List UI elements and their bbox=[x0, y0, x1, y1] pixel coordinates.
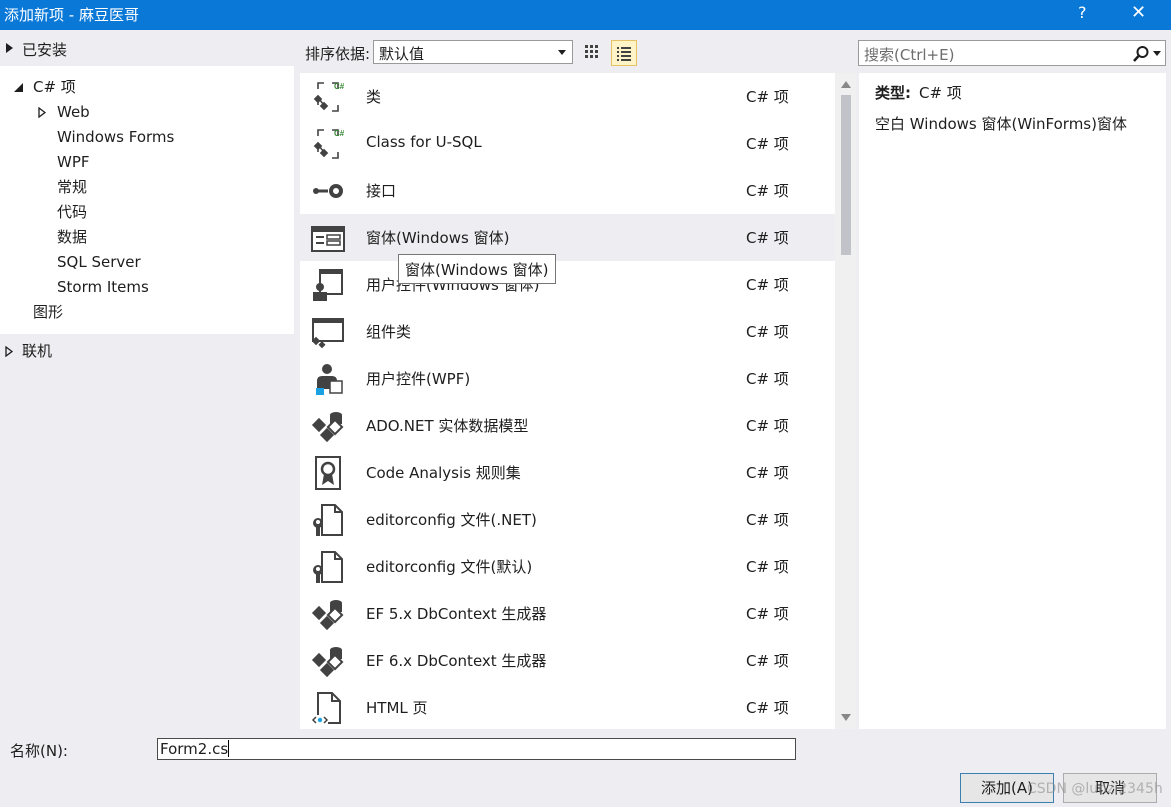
tree-item-code[interactable]: 代码 bbox=[0, 200, 294, 225]
installed-label: 已安装 bbox=[22, 41, 68, 59]
details-panel: 类型: C# 项 空白 Windows 窗体(WinForms)窗体 bbox=[859, 73, 1166, 729]
tree-item-web[interactable]: Web bbox=[0, 100, 294, 125]
class-usql-icon: C# bbox=[313, 129, 345, 159]
close-button[interactable]: ✕ bbox=[1131, 2, 1146, 23]
dbcontext-icon bbox=[311, 647, 344, 678]
chevron-right-icon bbox=[6, 43, 13, 53]
class-icon: C# bbox=[313, 82, 345, 112]
type-value: C# 项 bbox=[919, 84, 962, 102]
list-view-button[interactable] bbox=[611, 40, 637, 66]
list-item[interactable]: editorconfig 文件(.NET) C# 项 bbox=[300, 496, 835, 543]
list-item[interactable]: EF 5.x DbContext 生成器 C# 项 bbox=[300, 590, 835, 637]
html-page-icon bbox=[311, 692, 341, 725]
text-caret bbox=[228, 740, 230, 757]
tree-item-csharp[interactable]: C# 项 bbox=[0, 75, 294, 100]
chevron-down-icon bbox=[558, 50, 566, 55]
online-header[interactable]: 联机 bbox=[0, 337, 294, 365]
name-label: 名称(N): bbox=[10, 742, 68, 760]
item-tooltip: 窗体(Windows 窗体) bbox=[398, 254, 556, 284]
list-item[interactable]: 用户控件(WPF) C# 项 bbox=[300, 355, 835, 402]
list-item[interactable]: 用户控件(Windows 窗体) C# 项 bbox=[300, 261, 835, 308]
tree-item-sql-server[interactable]: SQL Server bbox=[0, 250, 294, 275]
window-title: 添加新项 - 麻豆医哥 bbox=[4, 6, 139, 24]
dbcontext-icon bbox=[311, 600, 344, 631]
editorconfig-icon bbox=[313, 504, 343, 536]
tree-item-data[interactable]: 数据 bbox=[0, 225, 294, 250]
list-item[interactable]: C# 类 C# 项 bbox=[300, 73, 835, 120]
tree-item-storm-items[interactable]: Storm Items bbox=[0, 275, 294, 300]
list-item[interactable]: ADO.NET 实体数据模型 C# 项 bbox=[300, 402, 835, 449]
collapsed-triangle-icon bbox=[38, 107, 46, 118]
grid-view-icon bbox=[585, 45, 598, 58]
template-list: C# 类 C# 项 C# Class for U-SQL C# 项 接口 C# … bbox=[300, 73, 835, 729]
scroll-thumb[interactable] bbox=[841, 95, 851, 255]
windows-form-icon bbox=[311, 226, 345, 252]
list-scrollbar[interactable] bbox=[835, 73, 857, 729]
category-panel: 已安装 C# 项 Web Windows Forms WPF 常规 代码 数据 … bbox=[0, 30, 294, 730]
sort-toolbar: 排序依据: 默认值 bbox=[300, 38, 860, 68]
ruleset-icon bbox=[315, 456, 341, 490]
sort-value: 默认值 bbox=[379, 45, 425, 63]
scroll-down-arrow-icon[interactable] bbox=[841, 714, 851, 721]
type-label: 类型: bbox=[875, 84, 911, 102]
entity-model-icon bbox=[311, 412, 344, 443]
tree-item-general[interactable]: 常规 bbox=[0, 175, 294, 200]
sort-label: 排序依据: bbox=[305, 45, 371, 63]
name-input[interactable]: Form2.cs bbox=[157, 738, 796, 760]
title-bar: 添加新项 - 麻豆医哥 ? ✕ bbox=[0, 0, 1171, 30]
list-view-icon bbox=[617, 47, 631, 61]
installed-header[interactable]: 已安装 bbox=[0, 30, 294, 66]
svg-text:C#: C# bbox=[334, 129, 345, 138]
search-options-chevron-icon[interactable] bbox=[1153, 51, 1161, 56]
scroll-up-arrow-icon[interactable] bbox=[841, 81, 851, 88]
wpf-user-control-icon bbox=[316, 364, 343, 395]
user-control-icon bbox=[313, 269, 343, 301]
search-box[interactable]: 搜索(Ctrl+E) bbox=[858, 40, 1166, 66]
list-item[interactable]: 组件类 C# 项 bbox=[300, 308, 835, 355]
category-tree: C# 项 Web Windows Forms WPF 常规 代码 数据 SQL … bbox=[0, 66, 294, 334]
component-icon bbox=[311, 318, 344, 349]
grid-view-button[interactable] bbox=[580, 40, 604, 64]
interface-icon bbox=[313, 184, 343, 198]
tree-item-graphics[interactable]: 图形 bbox=[0, 300, 294, 325]
search-icon[interactable] bbox=[1132, 45, 1150, 63]
watermark: CSDN @lunzi2345h bbox=[1027, 781, 1163, 797]
item-description: 空白 Windows 窗体(WinForms)窗体 bbox=[875, 115, 1127, 133]
help-button[interactable]: ? bbox=[1078, 3, 1087, 22]
list-item[interactable]: EF 6.x DbContext 生成器 C# 项 bbox=[300, 637, 835, 684]
collapsed-triangle-icon bbox=[5, 346, 13, 357]
list-item[interactable]: C# Class for U-SQL C# 项 bbox=[300, 120, 835, 167]
tree-item-windows-forms[interactable]: Windows Forms bbox=[0, 125, 294, 150]
search-input[interactable]: 搜索(Ctrl+E) bbox=[864, 44, 954, 65]
svg-text:C#: C# bbox=[334, 82, 345, 91]
list-item[interactable]: 接口 C# 项 bbox=[300, 167, 835, 214]
editorconfig-icon bbox=[313, 551, 343, 583]
list-item[interactable]: HTML 页 C# 项 bbox=[300, 684, 835, 729]
tree-item-wpf[interactable]: WPF bbox=[0, 150, 294, 175]
list-item[interactable]: 窗体(Windows 窗体) C# 项 bbox=[300, 214, 835, 261]
sort-select[interactable]: 默认值 bbox=[373, 40, 573, 64]
expanded-triangle-icon bbox=[14, 83, 23, 92]
list-item[interactable]: Code Analysis 规则集 C# 项 bbox=[300, 449, 835, 496]
list-item[interactable]: editorconfig 文件(默认) C# 项 bbox=[300, 543, 835, 590]
name-value: Form2.cs bbox=[160, 740, 229, 758]
